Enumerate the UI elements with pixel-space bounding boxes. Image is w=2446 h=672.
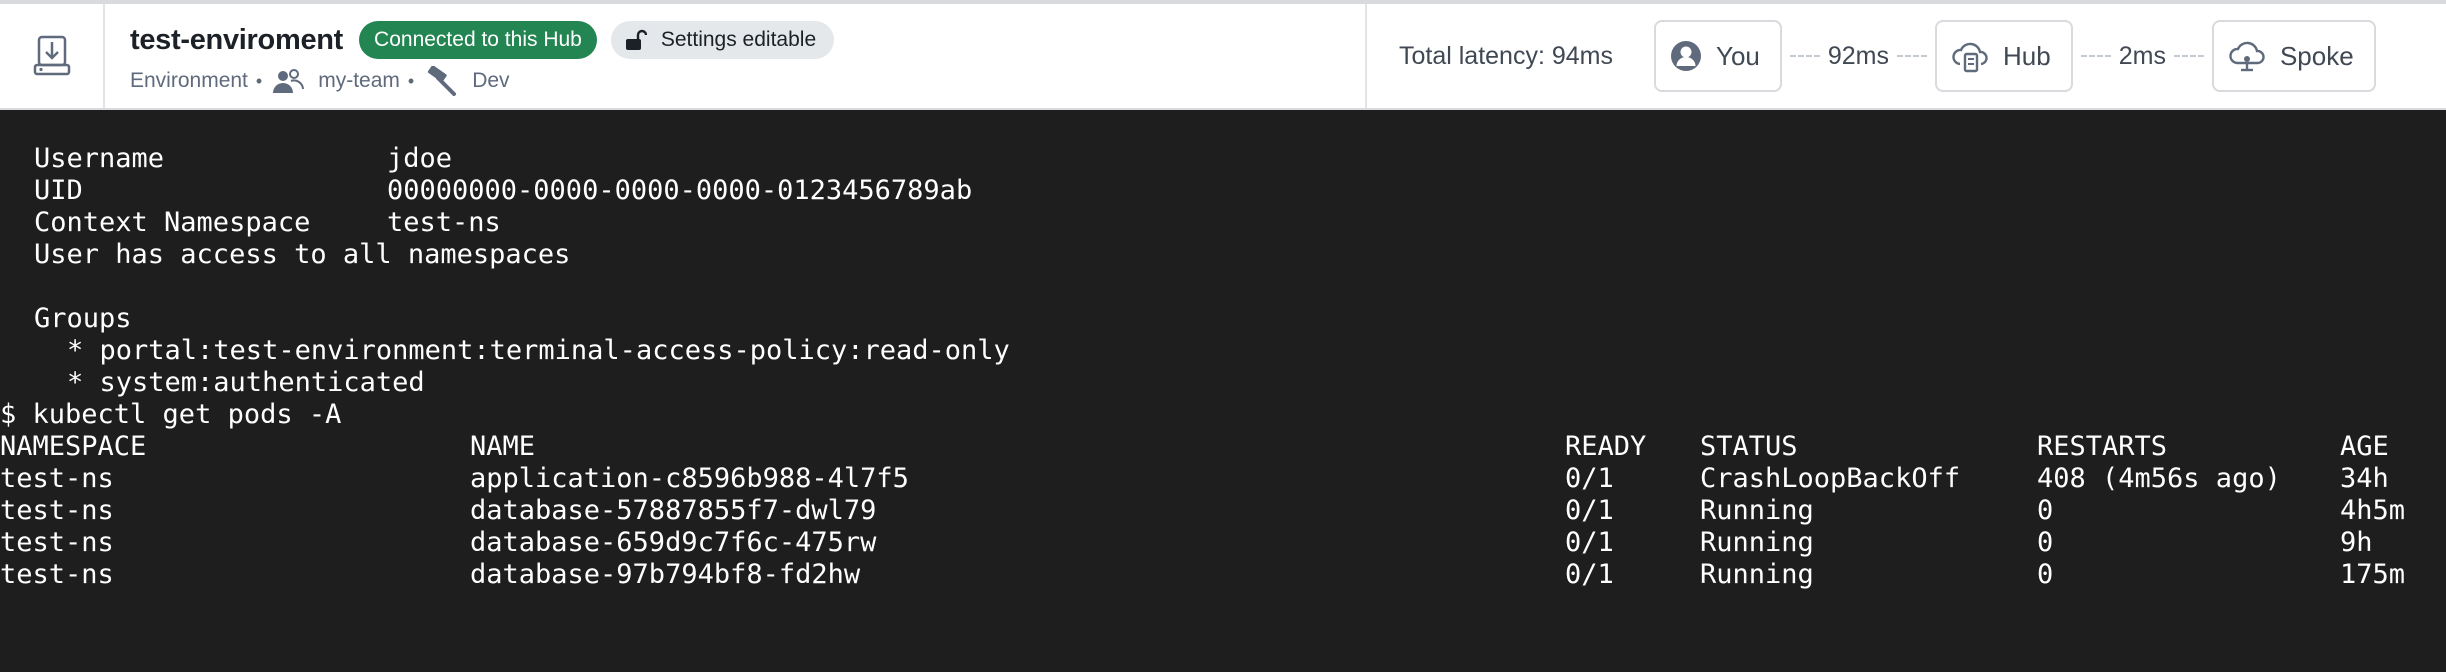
pod-restarts: 0 bbox=[2037, 495, 2054, 526]
spoke-label: Spoke bbox=[2279, 40, 2354, 71]
whoami-key: Context Namespace bbox=[34, 207, 311, 238]
user-icon bbox=[1671, 41, 1701, 71]
pod-age: 175m bbox=[2340, 559, 2406, 590]
stage-label: Dev bbox=[472, 69, 510, 92]
pod-age: 4h5m bbox=[2340, 495, 2406, 526]
meta-separator: • bbox=[407, 70, 415, 91]
hub-node-button[interactable]: Hub bbox=[1935, 20, 2073, 92]
server-upload-icon bbox=[33, 35, 70, 76]
column-header-age: AGE bbox=[2340, 431, 2389, 462]
pod-ready: 0/1 bbox=[1565, 527, 1614, 558]
unlock-icon bbox=[625, 29, 647, 50]
pod-name: database-659d9c7f6c-475rw bbox=[470, 527, 877, 558]
access-note: User has access to all namespaces bbox=[34, 239, 571, 270]
team-link[interactable]: my-team bbox=[318, 69, 400, 93]
pod-ready: 0/1 bbox=[1565, 463, 1614, 494]
whoami-value: jdoe bbox=[387, 143, 453, 174]
environment-name: test-enviroment bbox=[130, 23, 344, 56]
column-header-namespace: NAMESPACE bbox=[0, 431, 147, 462]
column-header-status: STATUS bbox=[1700, 431, 1798, 462]
group-entry: * portal:test-environment:terminal-acces… bbox=[67, 335, 1010, 366]
pod-status: CrashLoopBackOff bbox=[1700, 463, 1961, 494]
whoami-value: 00000000-0000-0000-0000-0123456789ab bbox=[387, 175, 973, 206]
pod-name: database-97b794bf8-fd2hw bbox=[470, 559, 861, 590]
terminal-output[interactable]: Username jdoe UID 00000000-0000-0000-000… bbox=[0, 110, 2446, 672]
you-node-button[interactable]: You bbox=[1654, 20, 1782, 92]
pod-age: 9h bbox=[2340, 527, 2373, 558]
latency-panel: Total latency: 94ms You 92ms Hub 2ms Spo… bbox=[1367, 4, 2446, 108]
connected-badge: Connected to this Hub bbox=[359, 21, 597, 59]
whoami-value: test-ns bbox=[387, 207, 501, 238]
people-icon bbox=[273, 69, 305, 93]
connector-line bbox=[1897, 55, 1928, 57]
environment-home-button[interactable] bbox=[0, 4, 105, 108]
pod-status: Running bbox=[1700, 495, 1814, 526]
pod-restarts: 0 bbox=[2037, 527, 2054, 558]
pod-ready: 0/1 bbox=[1565, 559, 1614, 590]
pod-name: database-57887855f7-dwl79 bbox=[470, 495, 877, 526]
meta-separator: • bbox=[255, 70, 263, 91]
settings-editable-badge[interactable]: Settings editable bbox=[610, 21, 835, 59]
connector-line bbox=[1789, 55, 1820, 57]
whoami-key: Username bbox=[34, 143, 165, 174]
column-header-restarts: RESTARTS bbox=[2037, 431, 2168, 462]
environment-header: test-enviroment Connected to this Hub Se… bbox=[0, 0, 2446, 110]
command-line: $ kubectl get pods -A bbox=[0, 399, 342, 430]
column-header-name: NAME bbox=[470, 431, 536, 462]
hub-spoke-latency: 2ms bbox=[2118, 41, 2166, 70]
pod-restarts: 0 bbox=[2037, 559, 2054, 590]
pod-ready: 0/1 bbox=[1565, 495, 1614, 526]
total-latency: Total latency: 94ms bbox=[1399, 41, 1613, 70]
settings-editable-label: Settings editable bbox=[660, 28, 817, 51]
cloud-server-icon bbox=[1952, 42, 1988, 73]
column-header-ready: READY bbox=[1565, 431, 1647, 462]
pod-name: application-c8596b988-4l7f5 bbox=[470, 463, 909, 494]
cloud-network-icon bbox=[2229, 41, 2265, 72]
pod-restarts: 408 (4m56s ago) bbox=[2037, 463, 2281, 494]
spoke-node-button[interactable]: Spoke bbox=[2211, 20, 2376, 92]
pod-namespace: test-ns bbox=[0, 527, 114, 558]
hub-spoke-link: 2ms bbox=[2073, 42, 2212, 71]
pod-namespace: test-ns bbox=[0, 559, 114, 590]
connector-line bbox=[2080, 55, 2111, 57]
pod-age: 34h bbox=[2340, 463, 2389, 494]
whoami-key: UID bbox=[34, 175, 83, 206]
pod-namespace: test-ns bbox=[0, 495, 114, 526]
pod-namespace: test-ns bbox=[0, 463, 114, 494]
hammer-icon bbox=[428, 66, 457, 96]
group-entry: * system:authenticated bbox=[67, 367, 425, 398]
pod-status: Running bbox=[1700, 559, 1814, 590]
environment-type-label: Environment bbox=[130, 69, 248, 92]
connector-line bbox=[2173, 55, 2204, 57]
hub-label: Hub bbox=[2003, 40, 2051, 71]
environment-title-block: test-enviroment Connected to this Hub Se… bbox=[105, 4, 1367, 108]
groups-heading: Groups bbox=[34, 303, 132, 334]
you-label: You bbox=[1716, 40, 1760, 71]
you-hub-link: 92ms bbox=[1782, 42, 1935, 71]
you-hub-latency: 92ms bbox=[1827, 41, 1890, 70]
pod-status: Running bbox=[1700, 527, 1814, 558]
